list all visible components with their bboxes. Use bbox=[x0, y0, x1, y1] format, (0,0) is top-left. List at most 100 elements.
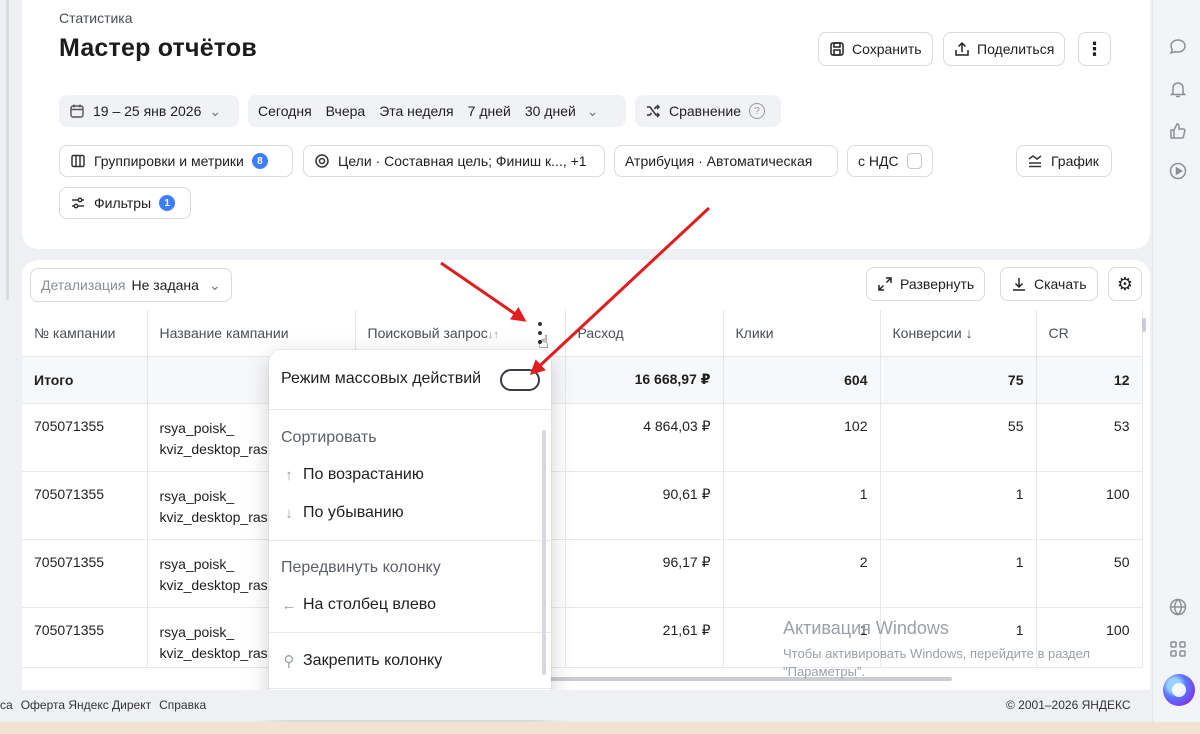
spend: 96,17 ₽ bbox=[565, 539, 724, 608]
total-label: Итого bbox=[22, 356, 148, 404]
footer-link[interactable]: са bbox=[0, 698, 13, 712]
chat-icon[interactable] bbox=[1167, 36, 1189, 58]
arrow-down-icon: ↓ bbox=[285, 504, 293, 522]
detail-value: Не задана bbox=[131, 277, 199, 293]
date-range-picker[interactable]: 19 – 25 янв 2026 ⌄ bbox=[59, 95, 239, 127]
groupings-count-badge: 8 bbox=[251, 153, 268, 169]
groupings-label: Группировки и метрики bbox=[94, 153, 244, 169]
kebab-icon: ⋮ bbox=[1085, 39, 1104, 59]
windows-activation-watermark: Активация Windows Чтобы активировать Win… bbox=[783, 618, 1090, 681]
table-row[interactable]: 705071355 rsya_poisk_ kviz_desktop_ras 96… bbox=[22, 539, 1143, 608]
watermark-line2: "Параметры". bbox=[783, 664, 866, 679]
sort-ascending-item[interactable]: ↑ По возрастанию bbox=[281, 466, 424, 484]
period-today[interactable]: Сегодня bbox=[251, 103, 319, 119]
thumbs-up-icon[interactable] bbox=[1167, 120, 1189, 142]
col-spend[interactable]: Расход bbox=[565, 310, 724, 357]
expand-button[interactable]: Развернуть bbox=[866, 267, 986, 301]
arrow-left-icon: ← bbox=[281, 596, 297, 614]
col-clicks[interactable]: Клики bbox=[723, 310, 881, 357]
upload-icon bbox=[955, 41, 969, 56]
total-clicks: 604 bbox=[723, 356, 881, 404]
total-cr: 12 bbox=[1036, 356, 1143, 404]
save-button[interactable]: Сохранить bbox=[818, 32, 933, 66]
period-30-days[interactable]: 30 дней bbox=[518, 103, 583, 119]
goals-selector[interactable]: Цели · Составная цель; Финиш к..., +1 bbox=[303, 145, 605, 177]
sort-section-title: Сортировать bbox=[281, 429, 377, 446]
compare-label: Сравнение bbox=[669, 103, 741, 119]
page-title: Мастер отчётов bbox=[59, 34, 257, 62]
globe-icon[interactable] bbox=[1167, 596, 1189, 618]
campaign-id: 705071355 bbox=[22, 403, 148, 472]
spend: 90,61 ₽ bbox=[565, 471, 724, 540]
filters-button[interactable]: Фильтры 1 bbox=[59, 187, 191, 219]
vat-checkbox[interactable] bbox=[906, 153, 922, 169]
breadcrumb[interactable]: Статистика bbox=[59, 10, 133, 26]
groupings-metrics-button[interactable]: Группировки и метрики 8 bbox=[59, 145, 293, 177]
menu-divider bbox=[269, 632, 551, 633]
detail-selector[interactable]: Детализация Не задана ⌄ bbox=[30, 268, 232, 302]
pin-column-item[interactable]: ⚲ Закрепить колонку bbox=[281, 652, 443, 670]
bell-icon[interactable] bbox=[1167, 78, 1189, 100]
spend: 21,61 ₽ bbox=[565, 607, 724, 668]
campaign-id: 705071355 bbox=[22, 471, 148, 540]
pin-icon: ⚲ bbox=[283, 653, 295, 670]
table-settings-button[interactable]: ⚙ bbox=[1108, 267, 1142, 301]
apps-grid-icon[interactable] bbox=[1167, 638, 1189, 660]
clicks: 1 bbox=[723, 471, 881, 540]
period-this-week[interactable]: Эта неделя bbox=[372, 103, 460, 119]
play-icon[interactable] bbox=[1167, 160, 1189, 182]
menu-scrollbar[interactable] bbox=[542, 430, 546, 675]
calendar-icon bbox=[70, 104, 84, 118]
move-left-item[interactable]: ← На столбец влево bbox=[281, 596, 437, 614]
sort-descending-item[interactable]: ↓ По убыванию bbox=[281, 504, 403, 522]
chart-button[interactable]: График bbox=[1016, 145, 1112, 177]
watermark-title: Активация Windows bbox=[783, 618, 949, 638]
col-conversions[interactable]: Конверсии ↓ bbox=[880, 310, 1037, 357]
share-button[interactable]: Поделиться bbox=[943, 32, 1066, 66]
more-actions-button[interactable]: ⋮ bbox=[1078, 32, 1111, 66]
date-range-value: 19 – 25 янв 2026 bbox=[93, 103, 202, 119]
arrow-up-icon: ↑ bbox=[285, 466, 293, 484]
col-campaign-id[interactable]: № кампании bbox=[22, 310, 148, 357]
chart-label: График bbox=[1051, 153, 1099, 169]
period-yesterday[interactable]: Вчера bbox=[319, 103, 373, 119]
clicks: 102 bbox=[723, 403, 881, 472]
total-row: Итого 16 668,97 ₽ 604 75 12 bbox=[22, 356, 1143, 404]
alice-assistant-icon[interactable] bbox=[1163, 674, 1195, 706]
mass-mode-toggle[interactable] bbox=[500, 369, 540, 391]
spend: 4 864,03 ₽ bbox=[565, 403, 724, 472]
menu-divider bbox=[269, 540, 551, 541]
vat-toggle[interactable]: с НДС bbox=[847, 145, 933, 177]
quick-period-selector[interactable]: Сегодня Вчера Эта неделя 7 дней 30 дней … bbox=[248, 95, 626, 127]
attribution-selector[interactable]: Атрибуция · Автоматическая bbox=[614, 145, 838, 177]
footer-link-help[interactable]: Справка bbox=[159, 698, 206, 712]
shuffle-icon bbox=[647, 104, 661, 118]
attribution-label: Атрибуция · Автоматическая bbox=[625, 153, 813, 169]
campaign-id: 705071355 bbox=[22, 539, 148, 608]
report-header-card: Статистика Мастер отчётов Сохранить Поде… bbox=[22, 0, 1150, 249]
expand-label: Развернуть bbox=[900, 276, 975, 292]
table-row[interactable]: 705071355 rsya_poisk_ kviz_desktop_ras 4 … bbox=[22, 403, 1143, 472]
col-cr[interactable]: CR bbox=[1036, 310, 1143, 357]
taskbar-edge bbox=[0, 722, 1200, 734]
column-context-menu: Режим массовых действий Сортировать ↑ По… bbox=[269, 350, 551, 716]
period-7-days[interactable]: 7 дней bbox=[461, 103, 518, 119]
cr: 100 bbox=[1036, 471, 1143, 540]
col-conversions-label: Конверсии bbox=[892, 324, 962, 341]
sliders-icon bbox=[72, 197, 84, 209]
filters-count-badge: 1 bbox=[159, 195, 176, 211]
watermark-line1: Чтобы активировать Windows, перейдите в … bbox=[783, 646, 1090, 661]
columns-icon bbox=[71, 154, 85, 168]
campaign-id: 705071355 bbox=[22, 607, 148, 668]
conversions: 1 bbox=[880, 539, 1037, 608]
table-row[interactable]: 705071355 rsya_poisk_ kviz_desktop_ras 90… bbox=[22, 471, 1143, 540]
footer-link-offer[interactable]: Оферта Яндекс Директ bbox=[21, 698, 151, 712]
help-icon[interactable]: ? bbox=[748, 103, 765, 119]
move-section-title: Передвинуть колонку bbox=[281, 559, 441, 576]
download-button[interactable]: Скачать bbox=[1000, 267, 1098, 301]
compare-button[interactable]: Сравнение ? bbox=[635, 95, 781, 127]
sort-ascending-label: По возрастанию bbox=[303, 466, 424, 483]
vertical-scrollbar[interactable] bbox=[1142, 318, 1146, 332]
conversions: 1 bbox=[880, 471, 1037, 540]
chevron-down-icon[interactable]: ⌄ bbox=[583, 103, 603, 120]
